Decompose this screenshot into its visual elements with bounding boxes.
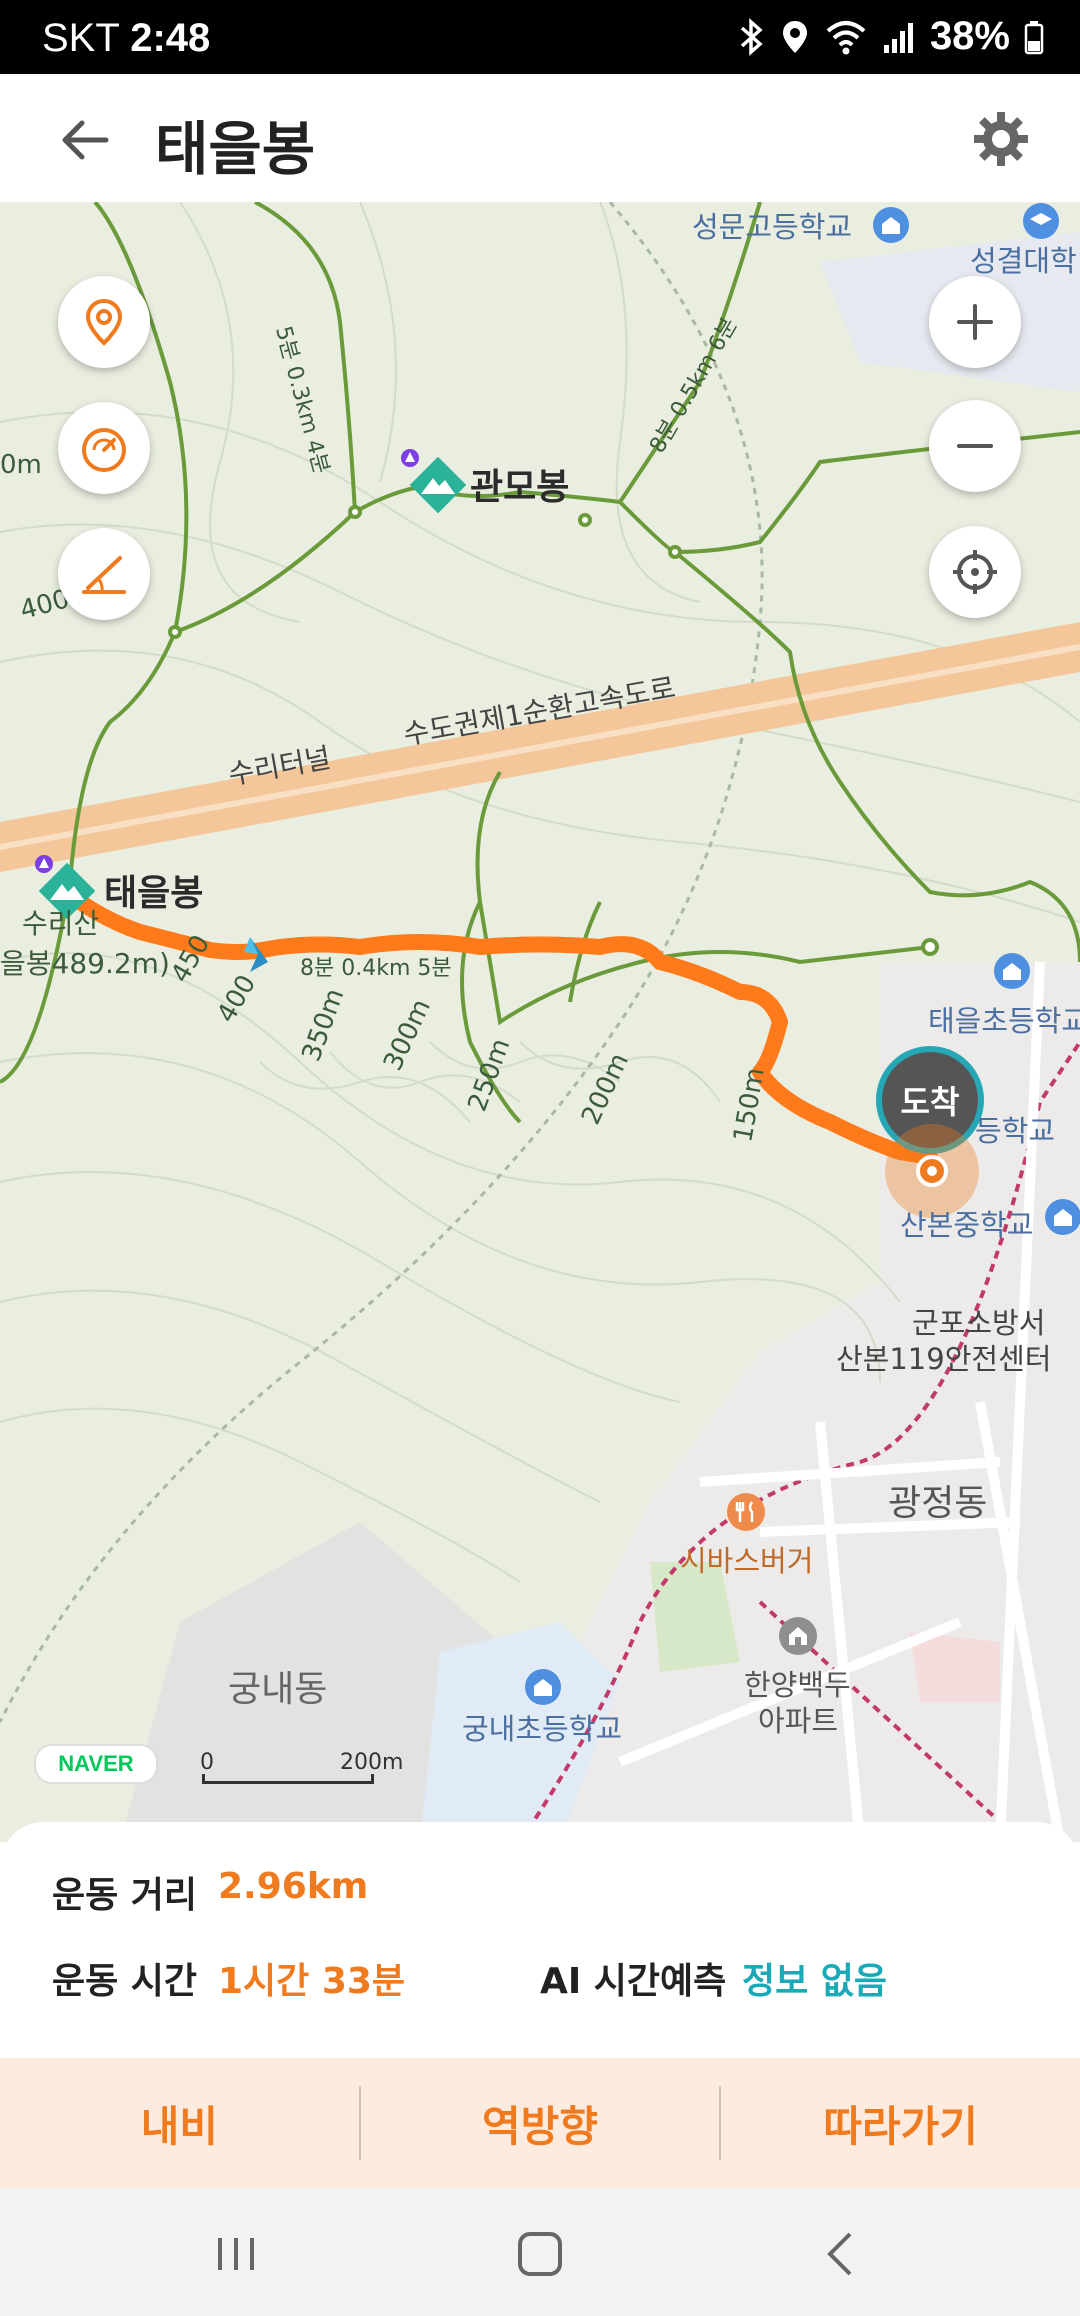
follow-button[interactable]: 따라가기 <box>721 2058 1080 2188</box>
map-label: 관모봉 <box>470 467 570 508</box>
clock: 2:48 <box>130 16 211 60</box>
map-label: 궁내초등학교 <box>462 1712 623 1746</box>
map-label: 아파트 <box>758 1704 839 1738</box>
map-base <box>0 202 1080 1842</box>
status-left: SKT 2:48 <box>42 16 210 61</box>
time-label: 운동 시간 <box>52 1961 198 2002</box>
signal-icon <box>883 22 913 53</box>
zoom-out-button[interactable] <box>929 400 1021 492</box>
map-label: 성결대학 <box>970 244 1077 278</box>
ai-value: 정보 없음 <box>742 1961 888 2002</box>
arrow-left-icon[interactable] <box>56 110 116 170</box>
speed-button[interactable] <box>58 402 150 494</box>
time-value: 1시간 33분 <box>218 1961 406 2002</box>
map-label: 태을초등학교 <box>928 1004 1080 1038</box>
map-pin-icon <box>85 298 123 346</box>
my-location-button[interactable] <box>929 526 1021 618</box>
crosshair-icon <box>953 550 997 594</box>
slope-icon <box>82 556 126 594</box>
zoom-in-button[interactable] <box>929 276 1021 368</box>
battery-percent: 38% <box>929 14 1010 58</box>
distance-label: 운동 거리 <box>52 1875 198 1916</box>
speedometer-icon <box>82 428 126 472</box>
map-label: 산본중학교 <box>900 1208 1034 1242</box>
school-icon <box>525 1669 561 1705</box>
map-label: 시바스버거 <box>680 1544 814 1578</box>
arrival-label: 도착 <box>900 1083 960 1121</box>
map-label: 등학교 <box>975 1114 1056 1148</box>
system-nav-bar <box>0 2188 1080 2316</box>
scale-label: 200m <box>340 1750 404 1775</box>
restaurant-icon <box>727 1493 765 1531</box>
gear-icon[interactable] <box>972 110 1030 168</box>
battery-icon <box>1024 20 1044 54</box>
triangle-marker-icon <box>35 855 53 873</box>
elevation-button[interactable] <box>58 528 150 620</box>
map-label: 을봉489.2m) <box>0 947 170 980</box>
stats-sheet: 운동 거리 2.96km 운동 시간 1시간 33분 AI 시간예측 정보 없음 <box>0 1822 1080 2062</box>
map-label: 성문고등학교 <box>692 210 853 244</box>
location-icon <box>782 20 807 53</box>
school-icon <box>994 953 1030 989</box>
carrier: SKT <box>42 16 120 60</box>
location-pin-button[interactable] <box>58 276 150 368</box>
wifi-icon <box>826 20 866 54</box>
back-icon[interactable] <box>814 2226 870 2282</box>
contour-label: 0m <box>0 450 42 480</box>
apartment-icon <box>779 1617 817 1655</box>
plus-icon <box>957 304 993 340</box>
minus-icon <box>957 444 993 448</box>
map-label: 광정동 <box>888 1483 988 1524</box>
bluetooth-icon <box>740 17 763 56</box>
school-icon <box>873 207 909 243</box>
action-bar: 내비 역방향 따라가기 <box>0 2058 1080 2188</box>
reverse-button[interactable]: 역방향 <box>361 2058 720 2188</box>
map-label: 수리산 <box>22 907 100 940</box>
map-label: 산본119안전센터 <box>836 1342 1052 1376</box>
scale-zero: 0 <box>200 1750 214 1775</box>
triangle-marker-icon <box>401 449 419 467</box>
page-title: 태을봉 <box>155 115 316 183</box>
school-icon <box>1023 203 1059 239</box>
map-label: 8분 0.4km 5분 <box>300 956 452 981</box>
app-bar: 태을봉 <box>0 74 1080 202</box>
naver-logo: NAVER <box>34 1744 158 1784</box>
recent-apps-icon[interactable] <box>208 2226 264 2282</box>
distance-value: 2.96km <box>218 1866 369 1907</box>
status-bar: SKT 2:48 38% <box>0 0 1080 74</box>
navi-button[interactable]: 내비 <box>0 2058 359 2188</box>
home-icon[interactable] <box>512 2226 568 2282</box>
ai-label: AI 시간예측 <box>540 1961 727 2002</box>
map-view[interactable]: 도착 성문고등학교 성결대학 관모봉 태을봉 수리산 을봉489.2m) 수리터… <box>0 202 1080 1842</box>
map-label: 궁내동 <box>228 1669 328 1710</box>
school-icon <box>1045 1199 1080 1235</box>
status-right: 38% <box>738 14 1044 59</box>
scale-bar: 0 200m <box>200 1750 404 1790</box>
map-label: 태을봉 <box>104 873 204 914</box>
